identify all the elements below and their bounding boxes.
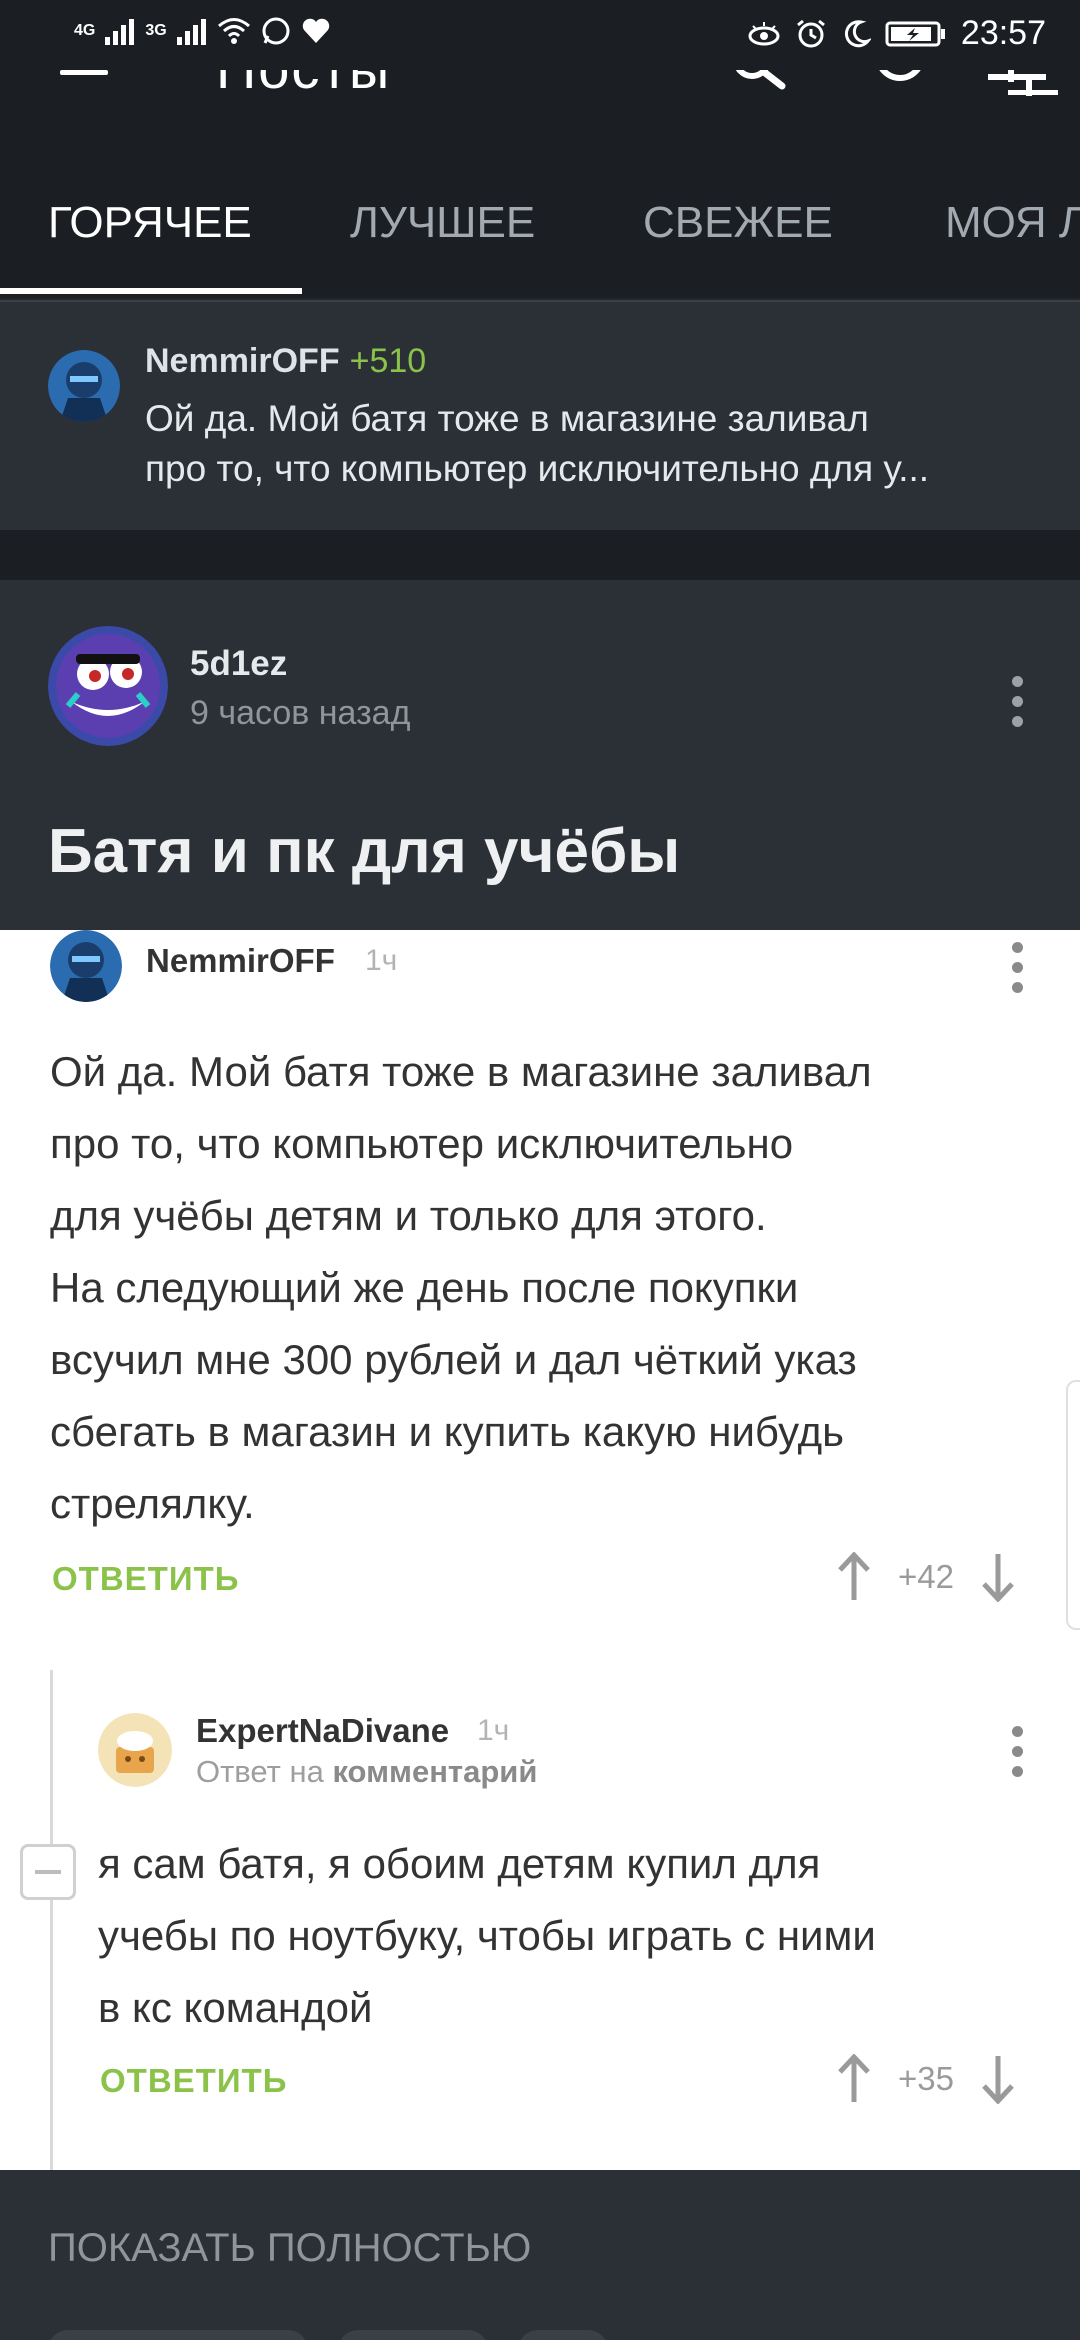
reply-button: ОТВЕТИТЬ bbox=[52, 1560, 240, 1597]
battery-charging-icon bbox=[885, 21, 945, 46]
more-options-icon[interactable] bbox=[1010, 676, 1024, 727]
comment-line: я сам батя, я обоим детям купил для bbox=[98, 1840, 821, 1887]
signal-icon bbox=[105, 19, 135, 45]
more-options-icon bbox=[1010, 942, 1024, 993]
reply-to-target: комментарий bbox=[332, 1754, 538, 1789]
comment-line: На следующий же день после покупки bbox=[50, 1264, 799, 1311]
vote-count: +42 bbox=[898, 1558, 954, 1595]
comment-line: про то, что компьютер исключительно bbox=[50, 1120, 794, 1167]
collapse-thread-icon bbox=[20, 1844, 76, 1900]
tab-my-feed[interactable]: МОЯ Л bbox=[945, 198, 1080, 248]
show-full-section: ПОКАЗАТЬ ПОЛНОСТЬЮ bbox=[0, 2170, 1080, 2340]
comment-preview-text: Ой да. Мой батя тоже в магазине заливал … bbox=[145, 394, 1045, 494]
thread-line bbox=[50, 1670, 53, 2170]
page-title: Посты bbox=[216, 70, 391, 101]
whatsapp-icon bbox=[262, 17, 290, 45]
reply-to-prefix: Ответ на bbox=[196, 1754, 324, 1789]
network-4g-label: 4G bbox=[74, 22, 96, 39]
comment-line: в кс командой bbox=[98, 1984, 373, 2031]
wifi-icon bbox=[217, 18, 250, 44]
comment-body: Ой да. Мой батя тоже в магазине заливал … bbox=[50, 1036, 872, 1540]
more-options-icon bbox=[1010, 1726, 1024, 1777]
post-timestamp: 9 часов назад bbox=[190, 694, 411, 732]
eye-comfort-icon bbox=[748, 21, 780, 45]
avatar bbox=[98, 1713, 172, 1787]
menu-icon[interactable] bbox=[60, 70, 108, 86]
feed-tabs: ГОРЯЧЕЕ ЛУЧШЕЕ СВЕЖЕЕ МОЯ Л bbox=[0, 180, 1080, 298]
comment-author: ExpertNaDivane bbox=[196, 1712, 450, 1749]
upvote-arrow-icon bbox=[838, 2054, 870, 2102]
status-left: 4G 3G bbox=[74, 16, 331, 46]
tab-best[interactable]: ЛУЧШЕЕ bbox=[350, 198, 535, 248]
comment-line: сбегать в магазин и купить какую нибудь bbox=[50, 1408, 845, 1455]
downvote-arrow-icon bbox=[982, 2056, 1014, 2104]
downvote-arrow-icon bbox=[982, 1554, 1014, 1602]
vote-count: +35 bbox=[898, 2060, 954, 2097]
refresh-icon[interactable] bbox=[870, 70, 930, 96]
active-tab-indicator bbox=[0, 288, 302, 294]
comment-line: стрелялку. bbox=[50, 1480, 255, 1527]
post-author[interactable]: 5d1ez bbox=[190, 644, 287, 684]
comment-time: 1ч bbox=[365, 944, 398, 977]
tab-fresh[interactable]: СВЕЖЕЕ bbox=[643, 198, 833, 248]
signal-icon-2 bbox=[176, 19, 206, 45]
clock-time: 23:57 bbox=[960, 14, 1046, 52]
avatar bbox=[50, 930, 122, 1002]
comment-vote: +42 bbox=[836, 1552, 1016, 1602]
post-image[interactable]: NemmirOFF 1ч Ой да. Мой батя тоже в мага… bbox=[0, 930, 1080, 2170]
comment-time: 1ч bbox=[477, 1714, 510, 1747]
upvote-arrow-icon bbox=[838, 1552, 870, 1600]
do-not-disturb-moon-icon bbox=[844, 19, 871, 47]
tag-chip[interactable] bbox=[48, 2330, 308, 2340]
tag-chips-row bbox=[48, 2330, 608, 2340]
comment-author-name: NemmirOFF bbox=[145, 342, 340, 380]
post-title[interactable]: Батя и пк для учёбы bbox=[48, 816, 680, 887]
reply-button: ОТВЕТИТЬ bbox=[100, 2062, 288, 2099]
reply-to-label: Ответ на комментарий bbox=[196, 1754, 537, 1790]
comment-line: для учёбы детям и только для этого. bbox=[50, 1192, 767, 1239]
show-full-button[interactable]: ПОКАЗАТЬ ПОЛНОСТЬЮ bbox=[48, 2226, 531, 2271]
avatar[interactable] bbox=[48, 350, 120, 422]
filter-icon[interactable] bbox=[988, 70, 1058, 100]
comment-body: я сам батя, я обоим детям купил для учеб… bbox=[98, 1828, 876, 2044]
avatar[interactable] bbox=[48, 626, 168, 746]
tag-chip[interactable] bbox=[338, 2330, 488, 2340]
tab-hot[interactable]: ГОРЯЧЕЕ bbox=[48, 198, 252, 248]
comment-line: учебы по ноутбуку, чтобы играть с ними bbox=[98, 1912, 876, 1959]
app-bar: Посты bbox=[0, 70, 1080, 180]
status-bar: 4G 3G 23:57 bbox=[0, 0, 1080, 70]
comment-preview-line: Ой да. Мой батя тоже в магазине заливал bbox=[145, 398, 869, 439]
tag-chip[interactable] bbox=[518, 2330, 608, 2340]
comment-line: всучил мне 300 рублей и дал чёткий указ bbox=[50, 1336, 857, 1383]
comment-vote: +35 bbox=[836, 2054, 1016, 2104]
comment-preview-line: про то, что компьютер исключительно для … bbox=[145, 448, 930, 489]
post-header: 5d1ez 9 часов назад Батя и пк для учёбы bbox=[0, 580, 1080, 930]
comment-line: Ой да. Мой батя тоже в магазине заливал bbox=[50, 1048, 872, 1095]
network-3g-label: 3G bbox=[145, 22, 167, 39]
comment-rating: +510 bbox=[349, 342, 427, 380]
best-comment-preview[interactable]: NemmirOFF +510 Ой да. Мой батя тоже в маг… bbox=[0, 302, 1080, 530]
comment-author: NemmirOFF bbox=[146, 942, 335, 979]
status-right: 23:57 bbox=[747, 14, 1046, 53]
scroll-handle bbox=[1066, 1380, 1080, 1630]
search-icon[interactable] bbox=[730, 70, 790, 96]
alarm-icon bbox=[796, 19, 825, 47]
heart-icon bbox=[302, 18, 329, 43]
section-separator bbox=[0, 530, 1080, 580]
comment-author[interactable]: NemmirOFF +510 bbox=[145, 342, 426, 381]
